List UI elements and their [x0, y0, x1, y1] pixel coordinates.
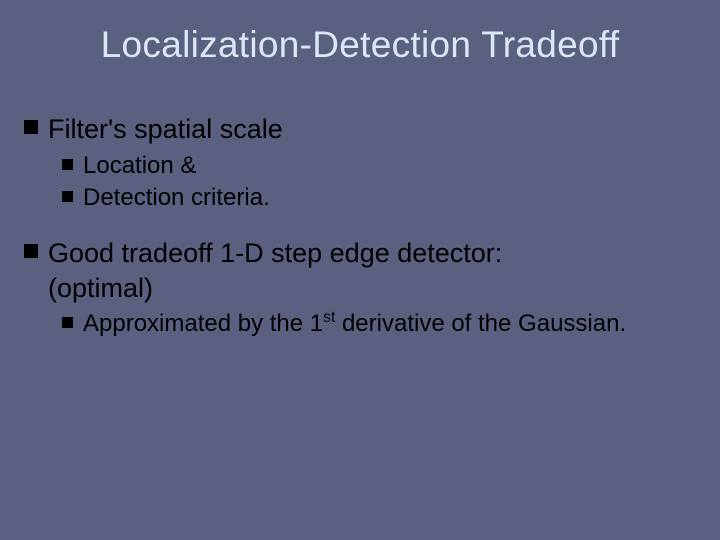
- square-bullet-icon: [62, 191, 73, 202]
- square-bullet-icon: [24, 120, 38, 134]
- bullet-text-line1: Good tradeoff 1-D step edge detector:: [48, 238, 502, 268]
- bullet-text-line2: (optimal): [48, 273, 153, 303]
- subbullet-text: Approximated by the 1st derivative of th…: [83, 309, 626, 340]
- bullet-group-1: Filter's spatial scale Location & Detect…: [34, 112, 686, 214]
- bullet-text: Filter's spatial scale: [48, 112, 283, 147]
- sublist-1: Location & Detection criteria.: [34, 151, 686, 214]
- subbullet-text-prefix: Approximated by the 1: [83, 310, 323, 337]
- subbullet-text: Location &: [83, 151, 196, 182]
- bullet-text: Good tradeoff 1-D step edge detector: (o…: [48, 236, 502, 305]
- bullet-filter-scale: Filter's spatial scale: [34, 112, 686, 147]
- subbullet-text-suffix: derivative of the Gaussian.: [335, 310, 626, 337]
- square-bullet-icon: [24, 244, 38, 258]
- subbullet-gaussian: Approximated by the 1st derivative of th…: [62, 309, 686, 340]
- subbullet-detection: Detection criteria.: [62, 183, 686, 214]
- slide: Localization-Detection Tradeoff Filter's…: [0, 0, 720, 540]
- square-bullet-icon: [62, 317, 73, 328]
- bullet-tradeoff: Good tradeoff 1-D step edge detector: (o…: [34, 236, 686, 305]
- subbullet-location: Location &: [62, 151, 686, 182]
- superscript: st: [323, 309, 335, 326]
- slide-title: Localization-Detection Tradeoff: [34, 24, 686, 66]
- square-bullet-icon: [62, 159, 73, 170]
- subbullet-text: Detection criteria.: [83, 183, 270, 214]
- sublist-2: Approximated by the 1st derivative of th…: [34, 309, 686, 340]
- bullet-group-2: Good tradeoff 1-D step edge detector: (o…: [34, 236, 686, 340]
